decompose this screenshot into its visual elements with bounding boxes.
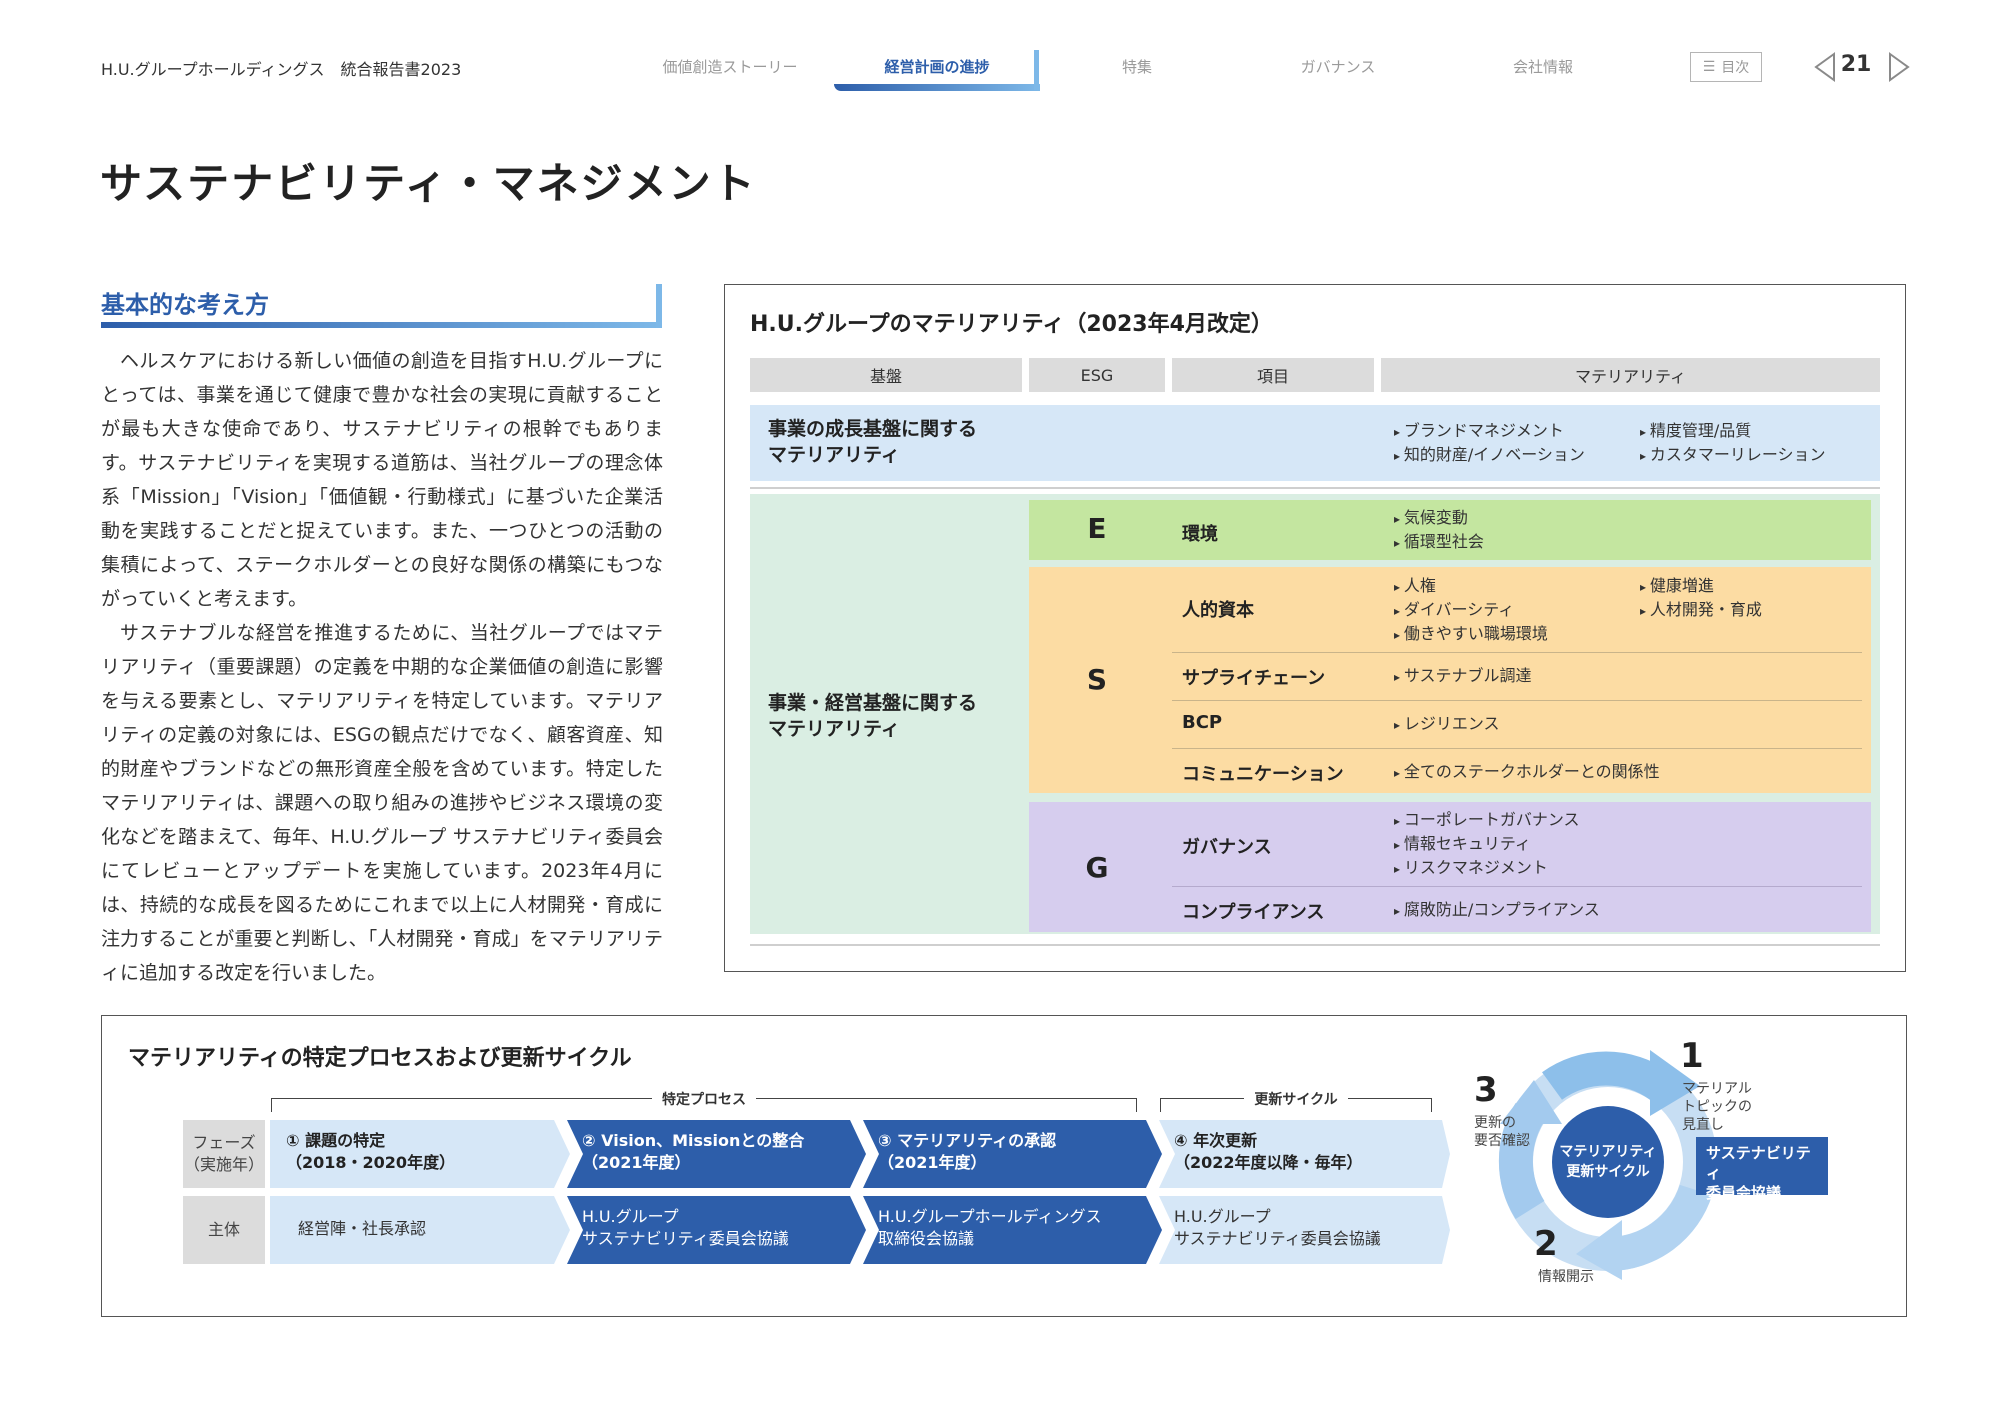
section-heading-tick <box>656 284 662 328</box>
next-page-icon[interactable] <box>1888 52 1910 82</box>
step-4-actor: H.U.グループ サステナビリティ委員会協議 <box>1174 1207 1381 1248</box>
nav-tab-management-plan[interactable]: 経営計画の進捗 <box>857 56 1017 77</box>
esg-letter-g: G <box>1085 851 1109 884</box>
materiality-item: 全てのステークホルダーとの関係性 <box>1394 760 1660 785</box>
step-1-phase: ① 課題の特定 （2018・2020年度） <box>286 1131 456 1172</box>
paragraph: ヘルスケアにおける新しい価値の創造を目指すH.U.グループにとっては、事業を通じ… <box>101 350 663 610</box>
company-report-title: H.U.グループホールディングス 統合報告書2023 <box>101 60 462 79</box>
divider <box>1172 652 1862 653</box>
cycle-step-1-number: 1 <box>1680 1036 1704 1076</box>
actor-label: 主体 <box>183 1196 265 1264</box>
nav-tab-governance[interactable]: ガバナンス <box>1258 56 1418 77</box>
cycle-step-2-number: 2 <box>1534 1224 1558 1264</box>
divider <box>750 944 1880 946</box>
materiality-item: ダイバーシティ <box>1394 598 1514 623</box>
growth-foundation-label: 事業の成長基盤に関する マテリアリティ <box>768 418 978 466</box>
materiality-item: レジリエンス <box>1394 712 1500 737</box>
step-3-actor: H.U.グループホールディングス 取締役会協議 <box>878 1207 1102 1248</box>
committee-badge: サステナビリティ 委員会協議 <box>1696 1137 1828 1202</box>
cycle-center: マテリアリティ 更新サイクル <box>1552 1106 1664 1218</box>
section-heading-underline <box>101 322 661 328</box>
step-2-actor: H.U.グループ サステナビリティ委員会協議 <box>582 1207 789 1248</box>
item-environment: 環境 <box>1182 524 1218 545</box>
item-governance: ガバナンス <box>1182 837 1272 858</box>
item-bcp: BCP <box>1182 712 1223 733</box>
toc-label: 目次 <box>1721 60 1750 76</box>
nav-tab-value-creation[interactable]: 価値創造ストーリー <box>650 56 810 77</box>
bracket-update-label: 更新サイクル <box>1244 1092 1348 1108</box>
header-item: 項目 <box>1172 358 1374 392</box>
materiality-item: 知的財産/イノベーション <box>1394 443 1585 468</box>
materiality-item: ブランドマネジメント <box>1394 419 1564 444</box>
cycle-step-3-label: 更新の 要否確認 <box>1474 1115 1530 1149</box>
process-title: マテリアリティの特定プロセスおよび更新サイクル <box>128 1046 632 1071</box>
divider <box>1172 748 1862 749</box>
prev-page-icon[interactable] <box>1814 52 1836 82</box>
phase-label: フェーズ （実施年） <box>183 1120 265 1188</box>
divider <box>750 487 1880 489</box>
basic-policy-text: ヘルスケアにおける新しい価値の創造を目指すH.U.グループにとっては、事業を通じ… <box>101 344 663 990</box>
step-4-phase: ④ 年次更新 （2022年度以降・毎年） <box>1174 1131 1363 1172</box>
cycle-step-2-label: 情報開示 <box>1538 1269 1594 1285</box>
materiality-item: 働きやすい職場環境 <box>1394 622 1548 647</box>
materiality-item: 腐敗防止/コンプライアンス <box>1394 898 1600 923</box>
header-foundation: 基盤 <box>750 358 1022 392</box>
divider <box>1172 700 1862 701</box>
step-1-actor: 経営陣・社長承認 <box>298 1219 427 1238</box>
header-materiality: マテリアリティ <box>1381 358 1880 392</box>
page-title: サステナビリティ・マネジメント <box>100 159 757 208</box>
materiality-item: コーポレートガバナンス <box>1394 808 1580 833</box>
materiality-item: サステナブル調達 <box>1394 664 1532 689</box>
toc-button[interactable]: ☰ 目次 <box>1690 52 1762 82</box>
item-supply-chain: サプライチェーン <box>1182 668 1326 689</box>
menu-icon: ☰ <box>1702 59 1716 75</box>
item-human-capital: 人的資本 <box>1182 600 1254 621</box>
nav-active-underline <box>834 84 1040 91</box>
materiality-item: カスタマーリレーション <box>1640 443 1826 468</box>
paragraph: サステナブルな経営を推進するために、当社グループではマテリアリティ（重要課題）の… <box>101 622 663 984</box>
materiality-item: 情報セキュリティ <box>1394 832 1531 857</box>
nav-tab-feature[interactable]: 特集 <box>1057 56 1217 77</box>
item-compliance: コンプライアンス <box>1182 902 1325 923</box>
nav-active-tick <box>1034 50 1039 90</box>
item-communication: コミュニケーション <box>1182 764 1344 785</box>
step-2-phase: ② Vision、Missionとの整合 （2021年度） <box>582 1131 805 1172</box>
materiality-item: 精度管理/品質 <box>1640 419 1751 444</box>
header-esg: ESG <box>1029 358 1165 392</box>
esg-letter-e: E <box>1087 512 1107 545</box>
page-number: 21 <box>1840 52 1872 77</box>
business-foundation-label: 事業・経営基盤に関する マテリアリティ <box>768 692 978 740</box>
divider <box>1172 886 1862 887</box>
esg-letter-s: S <box>1086 663 1108 696</box>
cycle-step-1-label: マテリアル トピックの 見直し <box>1682 1081 1752 1133</box>
cycle-step-3-number: 3 <box>1474 1070 1498 1110</box>
step-3-phase: ③ マテリアリティの承認 （2021年度） <box>878 1131 1057 1172</box>
section-heading: 基本的な考え方 <box>101 291 269 319</box>
materiality-item: 健康増進 <box>1640 574 1714 599</box>
materiality-title: H.U.グループのマテリアリティ（2023年4月改定） <box>750 312 1273 337</box>
nav-tab-company-info[interactable]: 会社情報 <box>1463 56 1623 77</box>
materiality-item: 人材開発・育成 <box>1640 598 1762 623</box>
materiality-item: 循環型社会 <box>1394 530 1484 555</box>
bracket-identify-label: 特定プロセス <box>652 1092 756 1108</box>
materiality-item: 人権 <box>1394 574 1436 599</box>
materiality-item: 気候変動 <box>1394 506 1468 531</box>
materiality-item: リスクマネジメント <box>1394 856 1548 881</box>
